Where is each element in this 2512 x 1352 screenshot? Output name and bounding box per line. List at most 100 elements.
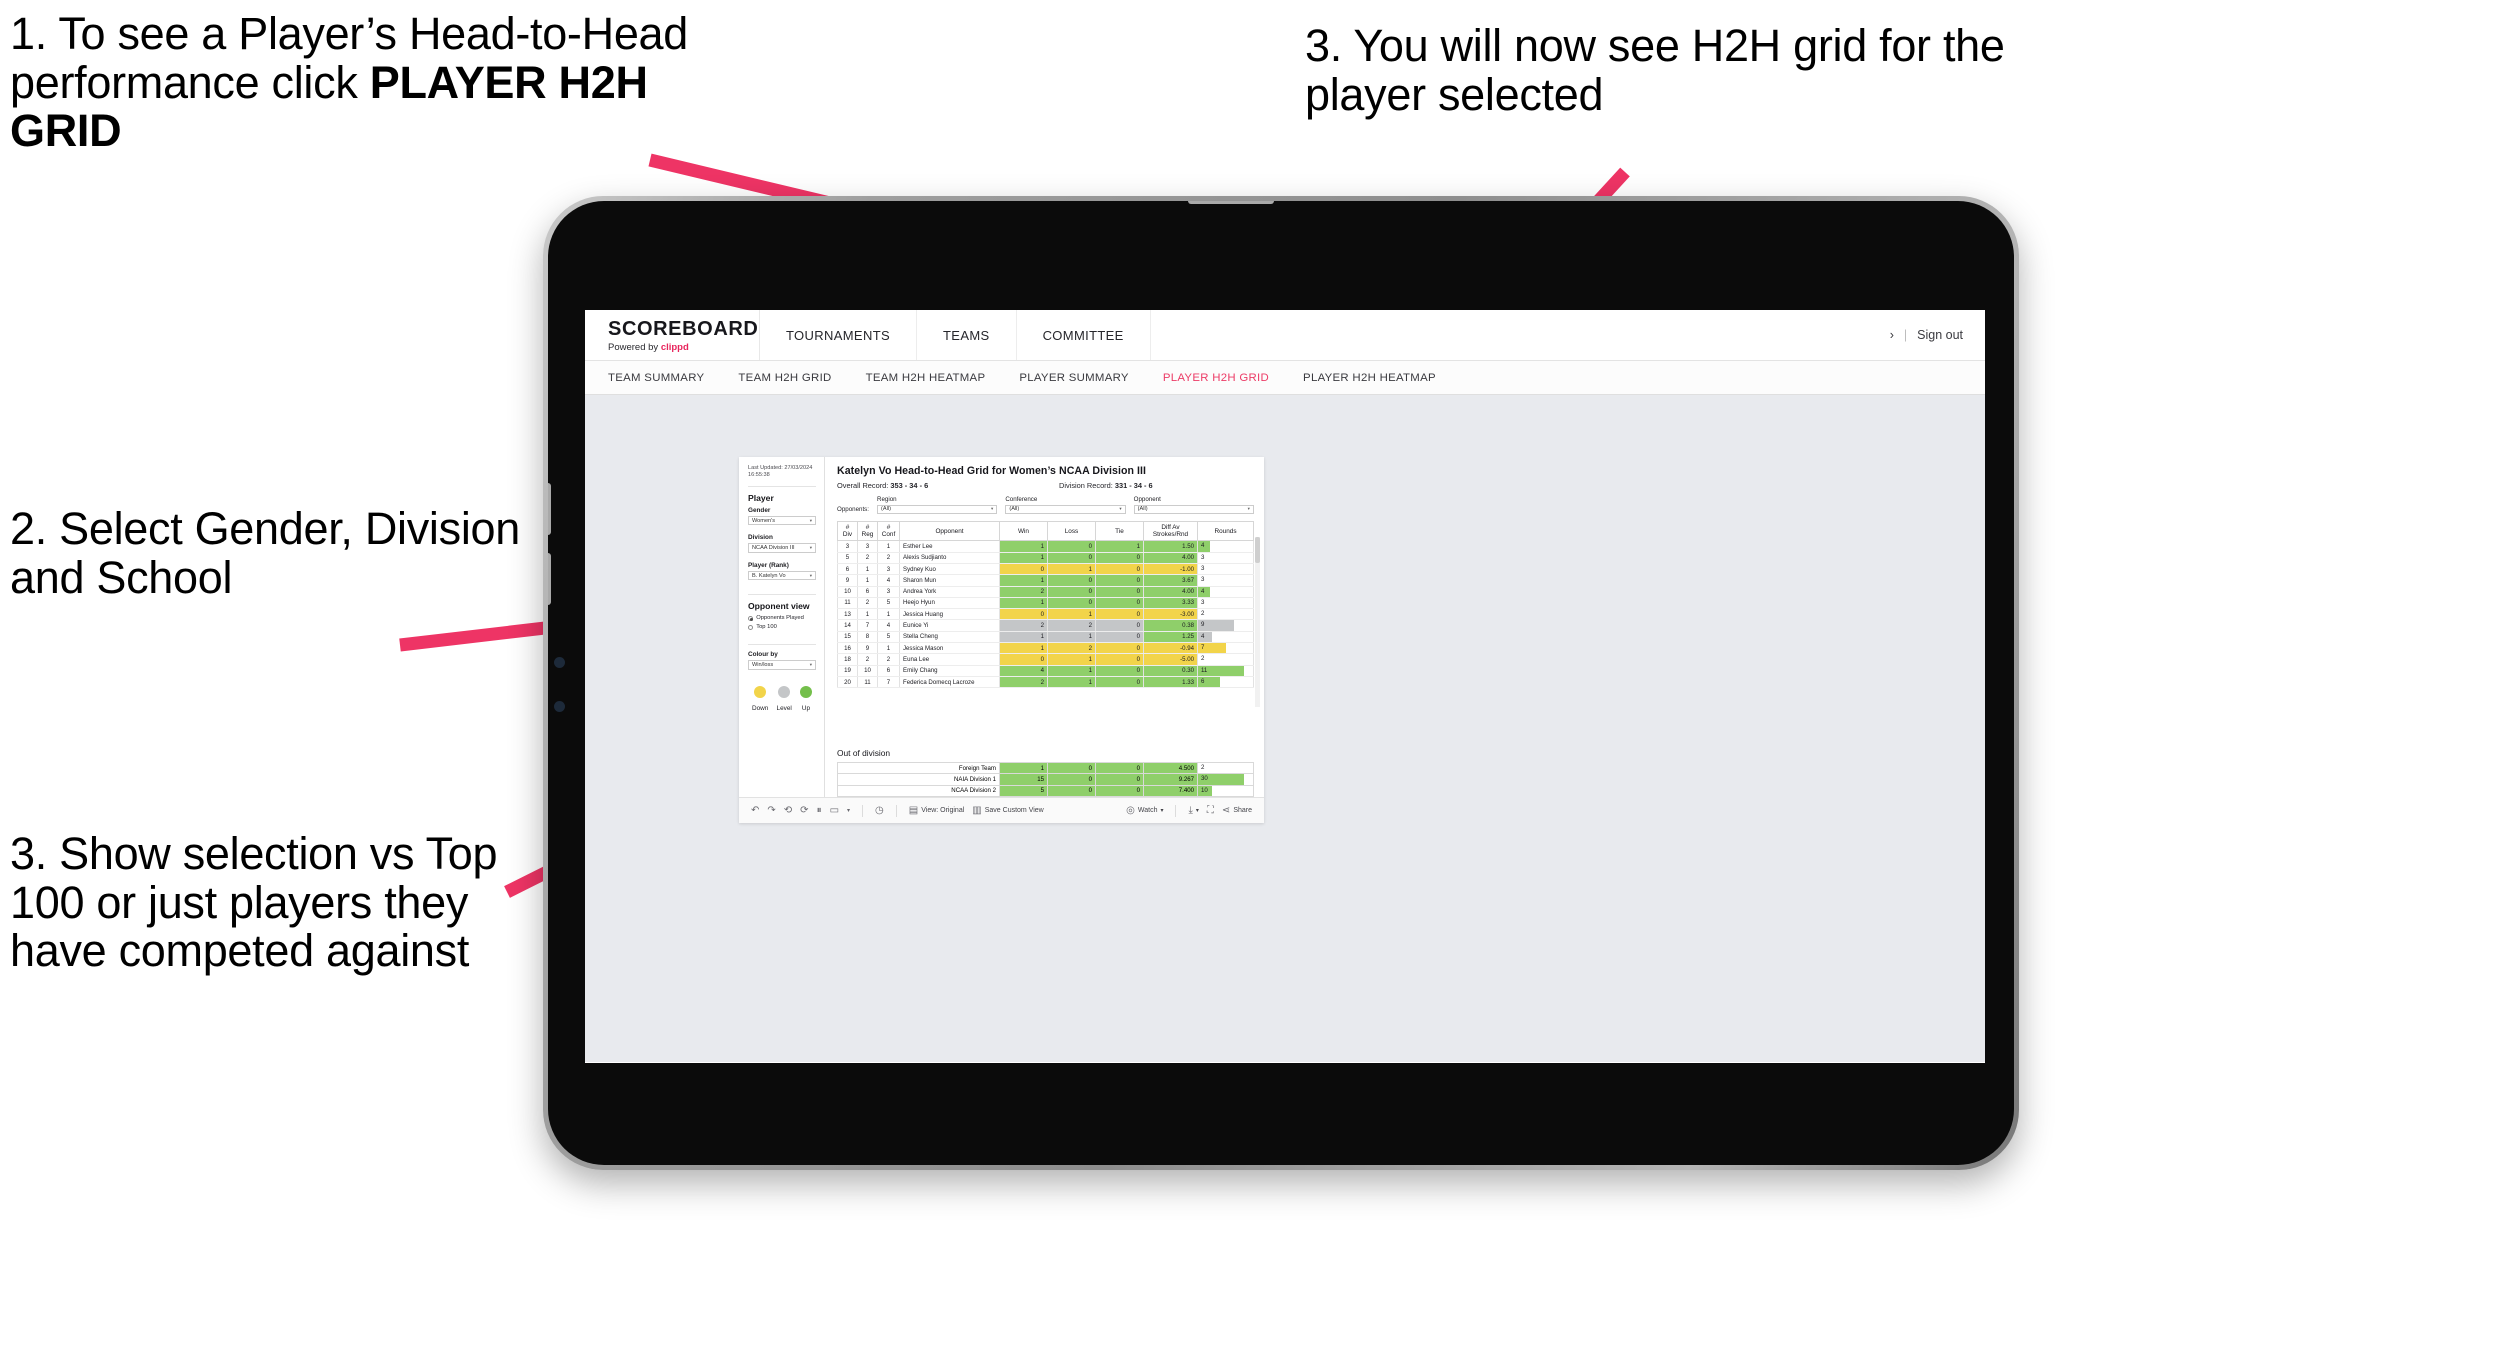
- volume-down-button[interactable]: [548, 553, 551, 605]
- table-row[interactable]: 3 3 1 Esther Lee 1 0 1 1.50 4: [837, 540, 1254, 553]
- topnav-item-teams[interactable]: TEAMS: [917, 310, 1017, 360]
- col-win[interactable]: Win: [999, 520, 1048, 542]
- table-scrollbar-thumb[interactable]: [1255, 537, 1260, 563]
- table-row[interactable]: 19 10 6 Emily Chang 4 1 0 0.30 11: [837, 665, 1254, 677]
- annotation-step-1: 1. To see a Player’s Head-to-Head perfor…: [10, 9, 750, 156]
- opponent-view-heading: Opponent view: [748, 601, 810, 612]
- sign-out-link[interactable]: Sign out: [1917, 328, 1963, 342]
- volume-up-button[interactable]: [548, 483, 551, 535]
- cell-opponent: Jessica Mason: [899, 642, 1000, 655]
- redo-icon[interactable]: ↷: [767, 805, 775, 816]
- colour-by-select-value: Win/loss: [752, 662, 774, 668]
- list-item[interactable]: NAIA Division 1 15 0 0 9.267 30: [837, 773, 1254, 786]
- col-diff-av-strokes[interactable]: Diff Av Strokes/Rnd: [1143, 520, 1198, 542]
- cell-rounds: 3: [1197, 597, 1254, 610]
- table-row[interactable]: 16 9 1 Jessica Mason 1 2 0 -0.94 7: [837, 642, 1254, 655]
- tab-player-h2h-grid[interactable]: PLAYER H2H GRID: [1163, 372, 1289, 384]
- cell-out-of-division-label: NAIA Division 1: [837, 773, 1000, 786]
- cell-tie: 0: [1095, 773, 1144, 786]
- col-reg-rank[interactable]: # Reg: [857, 520, 878, 542]
- chevron-down-icon[interactable]: ▾: [847, 808, 850, 814]
- undo-icon[interactable]: ↶: [751, 805, 759, 816]
- share-icon: ⋖: [1221, 804, 1231, 816]
- cell-div-rank: 5: [837, 552, 858, 564]
- opponent-select[interactable]: (All) ▾: [1133, 504, 1254, 514]
- fullscreen-icon[interactable]: ⛶: [1207, 805, 1214, 816]
- col-opponent[interactable]: Opponent: [899, 520, 1000, 542]
- cell-tie: 0: [1095, 608, 1144, 621]
- col-rounds[interactable]: Rounds: [1197, 520, 1254, 542]
- tab-player-summary[interactable]: PLAYER SUMMARY: [1019, 372, 1149, 384]
- col-conf-rank[interactable]: # Conf: [877, 520, 900, 542]
- list-item[interactable]: NCAA Division 2 5 0 0 7.400 10: [837, 784, 1254, 798]
- h2h-table-wrapper: #Div #Reg #Conf Opponent Win Loss Tie: [837, 520, 1260, 740]
- brand-logo[interactable]: SCOREBOARD Powered by clippd: [585, 310, 760, 360]
- col-loss[interactable]: Loss: [1047, 520, 1096, 542]
- region-select[interactable]: (All) ▾: [877, 504, 998, 514]
- gender-select[interactable]: Women's ▾: [748, 515, 816, 526]
- download-button[interactable]: ⤓ ▾: [1188, 805, 1198, 816]
- tab-team-h2h-grid[interactable]: TEAM H2H GRID: [738, 372, 851, 384]
- view-original-button[interactable]: ▤ View: Original: [909, 805, 965, 816]
- topnav-item-committee[interactable]: COMMITTEE: [1017, 310, 1151, 360]
- cell-reg-rank: 3: [857, 540, 878, 553]
- cell-win: 1: [999, 540, 1048, 553]
- tab-player-h2h-heatmap[interactable]: PLAYER H2H HEATMAP: [1303, 372, 1456, 384]
- col-tie[interactable]: Tie: [1095, 520, 1144, 542]
- cell-opponent: Alexis Sudjianto: [899, 552, 1000, 564]
- h2h-grid-pane: Katelyn Vo Head-to-Head Grid for Women’s…: [825, 457, 1264, 798]
- cell-diff-av-strokes: 1.25: [1143, 631, 1198, 644]
- division-select[interactable]: NCAA Division III ▾: [748, 543, 816, 553]
- player-rank-select[interactable]: B. Katelyn Vo ▾: [748, 570, 816, 581]
- cell-win: 0: [999, 653, 1048, 666]
- radio-opponents-played[interactable]: Opponents Played: [748, 615, 816, 621]
- conference-select[interactable]: (All) ▾: [1005, 504, 1126, 514]
- table-row[interactable]: 11 2 5 Heejo Hyun 1 0 0 3.33 3: [837, 597, 1254, 610]
- revert-icon[interactable]: ⟲: [784, 805, 792, 816]
- cell-win: 0: [999, 563, 1048, 576]
- refresh-icon[interactable]: ⟳: [800, 805, 808, 816]
- colour-by-group: Colour by Win/loss ▾: [748, 651, 816, 670]
- list-item[interactable]: Foreign Team 1 0 0 4.500 2: [837, 762, 1254, 775]
- power-button[interactable]: [1188, 201, 1274, 204]
- rectangle-select-icon[interactable]: ▭: [830, 805, 839, 816]
- opponents-label: Opponents:: [837, 506, 869, 513]
- topnav-item-tournaments[interactable]: TOURNAMENTS: [760, 310, 918, 360]
- table-row[interactable]: 15 8 5 Stella Cheng 1 1 0 1.25 4: [837, 631, 1254, 644]
- table-row[interactable]: 20 11 7 Federica Domecq Lacroze 2 1 0 1.33 6: [837, 676, 1254, 689]
- cell-reg-rank: 9: [857, 642, 878, 655]
- cell-rounds: 3: [1197, 552, 1254, 564]
- chevron-right-icon[interactable]: ›: [1890, 328, 1894, 342]
- table-row[interactable]: 18 2 2 Euna Lee 0 1 0 -5.00 2: [837, 653, 1254, 666]
- table-row[interactable]: 10 6 3 Andrea York 2 0 0 4.00 4: [837, 586, 1254, 598]
- cell-tie: 0: [1095, 563, 1144, 576]
- share-button[interactable]: ⋖ Share: [1221, 804, 1252, 816]
- table-row[interactable]: 5 2 2 Alexis Sudjianto 1 0 0 4.00 3: [837, 552, 1254, 564]
- table-row[interactable]: 13 1 1 Jessica Huang 0 1 0 -3.00 2: [837, 608, 1254, 621]
- radio-top-100[interactable]: Top 100: [748, 624, 816, 630]
- save-custom-view-button[interactable]: ▥ Save Custom View: [972, 805, 1043, 816]
- cell-win: 1: [999, 574, 1048, 587]
- cell-loss: 0: [1047, 540, 1096, 553]
- cell-rounds: 4: [1197, 631, 1254, 644]
- cell-reg-rank: 2: [857, 653, 878, 666]
- annotation-step-3-left: 3. Show selection vs Top 100 or just pla…: [10, 828, 510, 977]
- cell-win: 2: [999, 619, 1048, 632]
- conference-filter-label: Conference: [1005, 496, 1038, 503]
- table-row[interactable]: 6 1 3 Sydney Kuo 0 1 0 -1.00 3: [837, 563, 1254, 576]
- colour-by-select[interactable]: Win/loss ▾: [748, 660, 816, 670]
- tab-team-summary[interactable]: TEAM SUMMARY: [608, 372, 724, 384]
- table-row[interactable]: 14 7 4 Eunice Yi 2 2 0 0.38 9: [837, 619, 1254, 632]
- overall-record: Overall Record: 353 - 34 - 6: [837, 481, 1059, 490]
- clock-icon[interactable]: ◷: [875, 805, 884, 816]
- cell-win: 1: [999, 552, 1048, 564]
- tab-team-h2h-heatmap[interactable]: TEAM H2H HEATMAP: [866, 372, 1006, 384]
- pause-auto-updates-icon[interactable]: ⏸: [817, 805, 822, 816]
- legend-item-down: Down: [752, 685, 768, 712]
- divider: [748, 485, 816, 487]
- watch-button[interactable]: ◎ Watch ▾: [1126, 805, 1163, 816]
- cell-tie: 0: [1095, 653, 1144, 666]
- table-row[interactable]: 9 1 4 Sharon Mun 1 0 0 3.67 3: [837, 574, 1254, 587]
- col-div-rank[interactable]: # Div: [837, 520, 858, 542]
- player-rank-filter-group: Player (Rank) B. Katelyn Vo ▾: [748, 562, 816, 581]
